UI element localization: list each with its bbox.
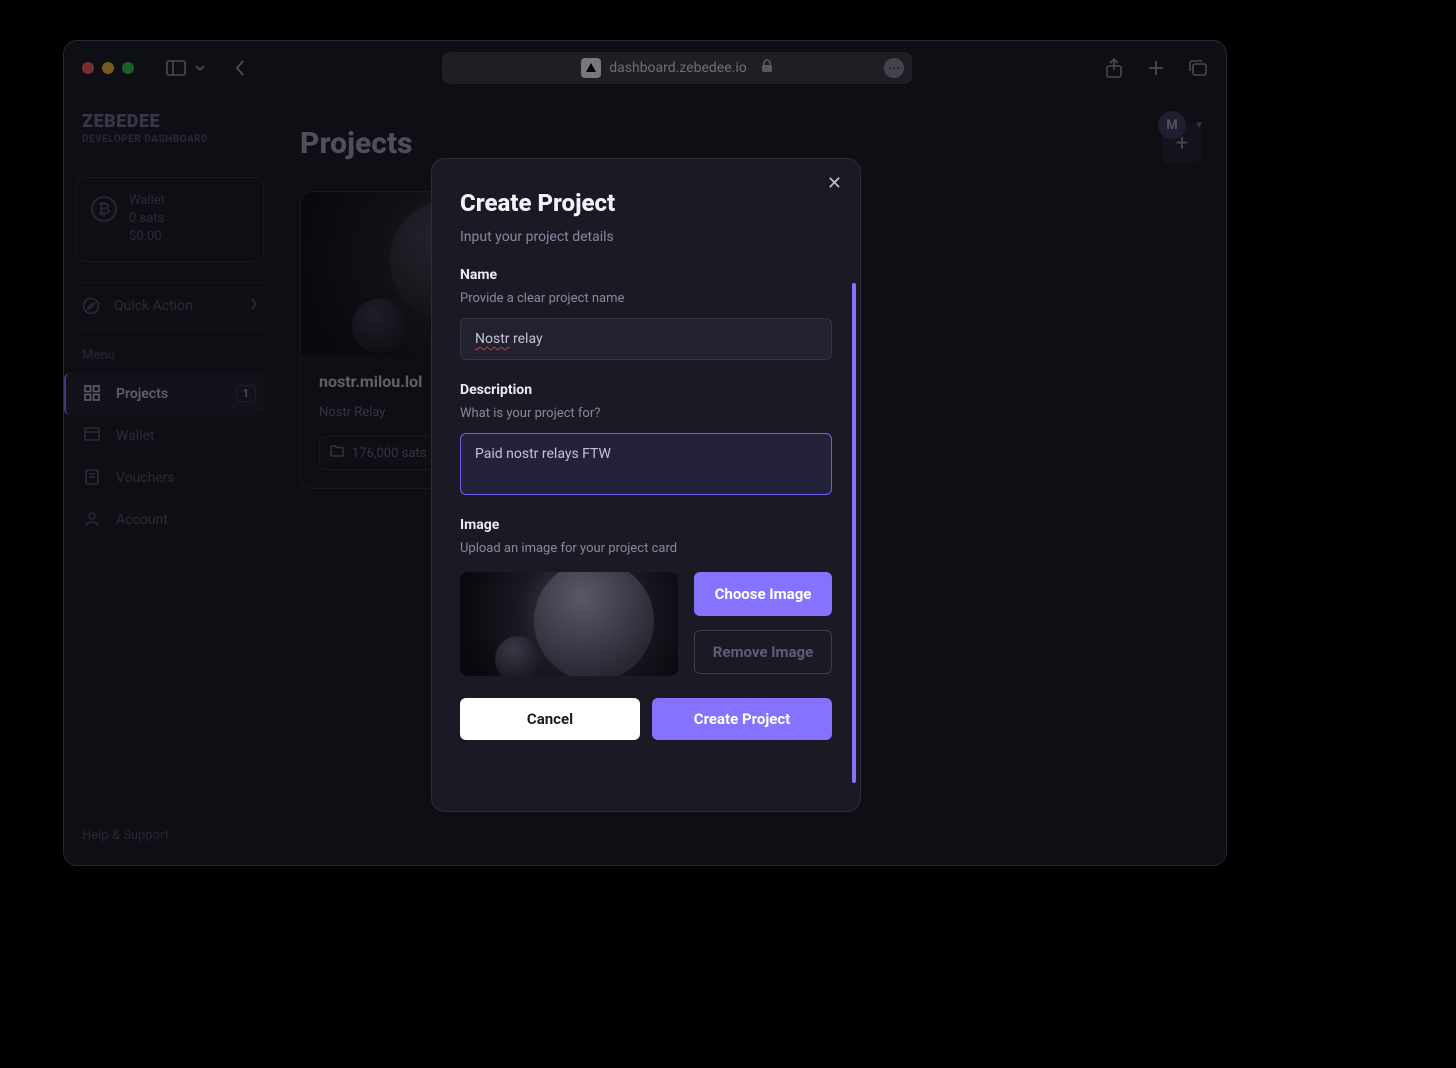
modal-subtitle: Input your project details [460,229,832,245]
modal-title: Create Project [460,189,832,217]
close-icon[interactable]: ✕ [827,173,842,194]
image-label: Image [460,517,832,533]
modal-scrollbar[interactable] [852,283,856,783]
name-help: Provide a clear project name [460,291,832,306]
name-input-rest: relay [510,331,543,347]
description-help: What is your project for? [460,406,832,421]
create-project-button[interactable]: Create Project [652,698,832,740]
create-project-modal: ✕ Create Project Input your project deta… [431,158,861,812]
browser-window: dashboard.zebedee.io ⋯ ZEBEDEE DEVELOPER… [63,40,1227,866]
image-preview [460,572,678,676]
name-label: Name [460,267,832,283]
name-input[interactable]: Nostr relay [460,318,832,360]
choose-image-button[interactable]: Choose Image [694,572,832,616]
image-help: Upload an image for your project card [460,541,832,556]
cancel-button[interactable]: Cancel [460,698,640,740]
remove-image-button[interactable]: Remove Image [694,630,832,674]
description-label: Description [460,382,832,398]
description-input[interactable] [460,433,832,495]
name-input-spellcheck: Nostr [475,331,510,347]
